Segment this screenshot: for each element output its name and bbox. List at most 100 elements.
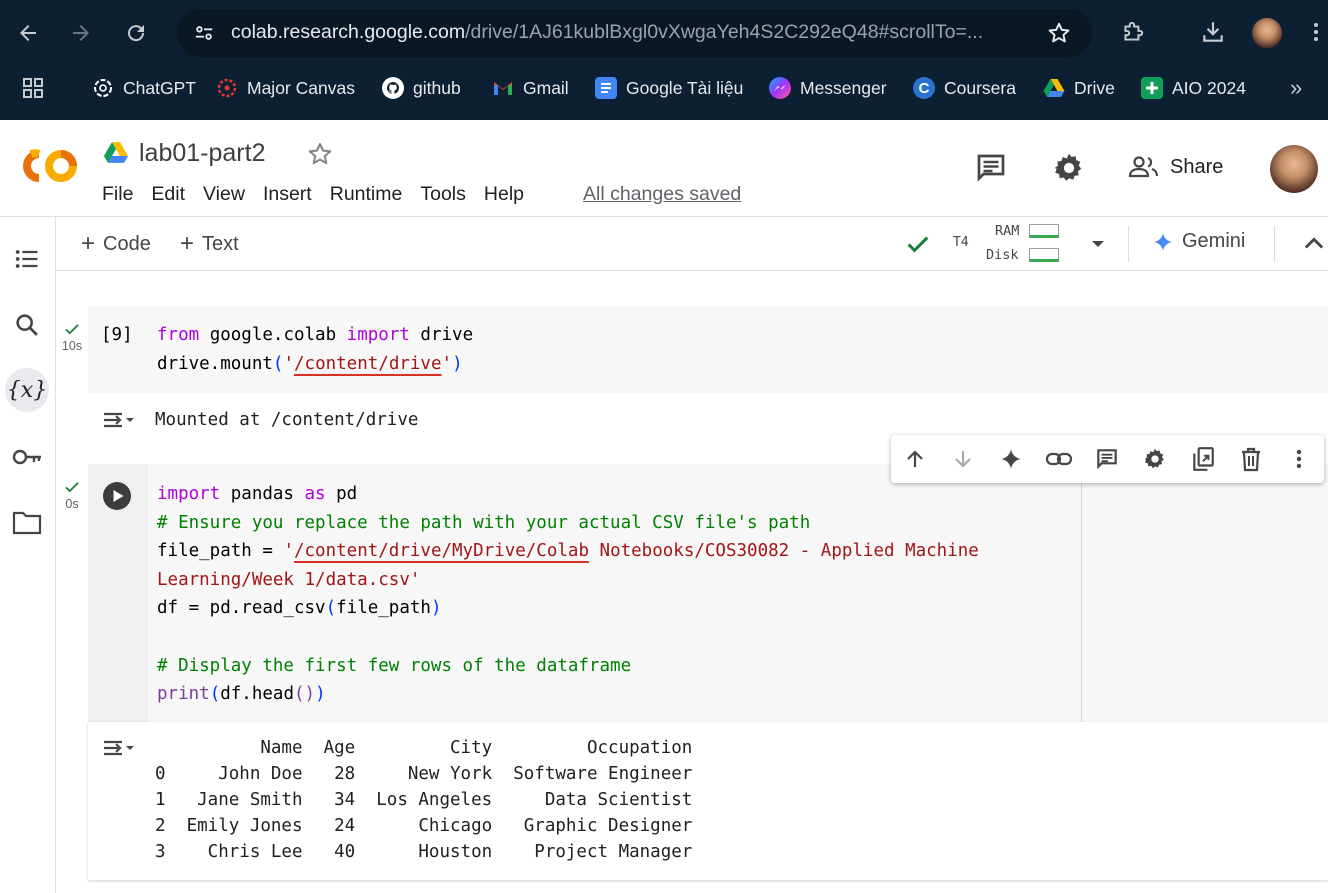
- dataframe-row: 3 Chris Lee 40 Houston Project Manager: [155, 842, 693, 862]
- table-of-contents-button[interactable]: [6, 238, 48, 280]
- variables-icon: {x}: [6, 377, 48, 403]
- copy-link-button[interactable]: [1045, 445, 1073, 473]
- editor-divider: [1081, 464, 1082, 722]
- delete-cell-button[interactable]: [1237, 445, 1265, 473]
- execution-count[interactable]: [9]: [101, 321, 133, 350]
- downloads-button[interactable]: [1196, 15, 1230, 49]
- comment-icon: [977, 154, 1005, 182]
- add-code-cell-button[interactable]: + Code: [81, 230, 151, 258]
- address-bar[interactable]: colab.research.google.com/drive/1AJ61kub…: [177, 9, 1092, 57]
- account-avatar[interactable]: [1270, 145, 1318, 193]
- chevron-up-icon[interactable]: [1300, 230, 1328, 258]
- toolbar-divider: [1128, 226, 1129, 262]
- menu-file[interactable]: File: [102, 183, 133, 206]
- secrets-button[interactable]: [6, 436, 48, 478]
- apps-button[interactable]: [22, 75, 44, 101]
- cell-2-status: 0s: [60, 478, 84, 511]
- code-line: # Ensure you replace the path with your …: [157, 512, 811, 533]
- extensions-button[interactable]: [1116, 15, 1150, 49]
- variables-button[interactable]: {x}: [5, 368, 49, 412]
- code-cell-2[interactable]: import pandas as pd # Ensure you replace …: [88, 464, 1328, 722]
- code-line: file_path = '/content/drive/MyDrive/Cola…: [157, 541, 979, 562]
- notebook-title[interactable]: lab01-part2: [139, 139, 265, 168]
- star-icon[interactable]: [306, 140, 334, 168]
- menu-tools[interactable]: Tools: [420, 183, 466, 206]
- cell-1-status: 10s: [60, 320, 84, 353]
- menu-view[interactable]: View: [203, 183, 245, 206]
- runtime-type-label[interactable]: T4: [953, 235, 969, 250]
- plus-icon: +: [180, 230, 195, 257]
- puzzle-icon: [1124, 21, 1144, 41]
- save-status[interactable]: All changes saved: [583, 183, 741, 206]
- gemini-button[interactable]: Gemini: [1152, 230, 1245, 253]
- move-cell-up-button[interactable]: [901, 445, 929, 473]
- cell-2-output: Name Age City Occupation 0 John Doe 28 Ne…: [88, 722, 1328, 880]
- resources-dropdown-icon[interactable]: [1086, 232, 1110, 256]
- bookmark-coursera[interactable]: C Coursera: [913, 75, 1016, 101]
- mirror-cell-icon: [1193, 447, 1214, 471]
- bookmark-gmail[interactable]: Gmail: [492, 75, 569, 101]
- comments-button[interactable]: [973, 150, 1009, 186]
- drive-icon: [1043, 77, 1065, 99]
- code-line: drive.mount('/content/drive'): [157, 353, 463, 374]
- mirror-cell-button[interactable]: [1189, 445, 1217, 473]
- toolbar-divider: [1274, 226, 1275, 262]
- site-settings-icon[interactable]: [193, 22, 215, 44]
- google-docs-icon: [595, 77, 617, 99]
- gear-icon: [1054, 153, 1082, 181]
- bookmark-major-canvas[interactable]: Major Canvas: [216, 75, 355, 101]
- find-button[interactable]: [6, 304, 48, 346]
- bookmark-chatgpt[interactable]: ChatGPT: [92, 75, 196, 101]
- output-actions-icon[interactable]: [102, 406, 136, 434]
- drive-icon: [103, 142, 129, 163]
- more-actions-button[interactable]: [1285, 445, 1313, 473]
- code-line: print(df.head()): [157, 684, 326, 705]
- menu-insert[interactable]: Insert: [263, 183, 312, 206]
- bookmark-github[interactable]: github: [382, 75, 461, 101]
- messenger-icon: [769, 77, 791, 99]
- bookmarks-overflow-button[interactable]: »: [1290, 75, 1302, 101]
- reload-button[interactable]: [119, 16, 153, 50]
- forward-button[interactable]: [64, 16, 98, 50]
- code-line: Learning/Week 1/data.csv': [157, 569, 421, 590]
- bookmark-drive[interactable]: Drive: [1043, 75, 1115, 101]
- dataframe-row: 2 Emily Jones 24 Chicago Graphic Designe…: [155, 816, 693, 836]
- execution-time: 0s: [65, 497, 79, 511]
- check-icon: [65, 482, 79, 493]
- gear-icon: [1144, 448, 1164, 469]
- browser-profile-avatar[interactable]: [1252, 18, 1282, 48]
- add-comment-button[interactable]: [1093, 445, 1121, 473]
- bookmark-google-docs[interactable]: Google Tài liệu: [595, 75, 743, 101]
- more-vert-icon: [1314, 23, 1318, 41]
- search-icon: [16, 314, 38, 336]
- gemini-cell-button[interactable]: [997, 445, 1025, 473]
- coursera-icon: C: [913, 77, 935, 99]
- arrow-left-icon: [20, 25, 36, 41]
- back-button[interactable]: [11, 16, 45, 50]
- run-cell-button[interactable]: [102, 481, 132, 511]
- settings-button[interactable]: [1051, 150, 1087, 186]
- bookmark-star-icon[interactable]: [1046, 20, 1072, 46]
- add-text-cell-button[interactable]: + Text: [180, 230, 239, 258]
- browser-menu-button[interactable]: [1306, 15, 1326, 49]
- code-editor[interactable]: from google.colab import drive drive.moun…: [157, 321, 473, 378]
- files-button[interactable]: [6, 502, 48, 544]
- bookmark-messenger[interactable]: Messenger: [769, 75, 887, 101]
- colab-logo[interactable]: [17, 146, 79, 186]
- code-cell-1[interactable]: [9] from google.colab import drive drive.…: [88, 307, 1328, 393]
- output-actions-icon[interactable]: [102, 734, 136, 762]
- move-cell-down-button[interactable]: [949, 445, 977, 473]
- more-vert-icon: [1296, 449, 1302, 469]
- menu-runtime[interactable]: Runtime: [330, 183, 403, 206]
- bookmark-aio-2024[interactable]: AIO 2024: [1141, 75, 1246, 101]
- menu-edit[interactable]: Edit: [151, 183, 185, 206]
- gemini-sparkle-icon: [1153, 232, 1173, 251]
- gmail-icon: [492, 77, 514, 99]
- menu-help[interactable]: Help: [484, 183, 524, 206]
- cell-settings-button[interactable]: [1141, 445, 1169, 473]
- connected-check-icon[interactable]: [904, 230, 932, 258]
- github-icon: [382, 77, 404, 99]
- code-editor[interactable]: import pandas as pd # Ensure you replace …: [157, 480, 979, 709]
- chatgpt-icon: [92, 77, 114, 99]
- share-button[interactable]: Share: [1120, 144, 1231, 190]
